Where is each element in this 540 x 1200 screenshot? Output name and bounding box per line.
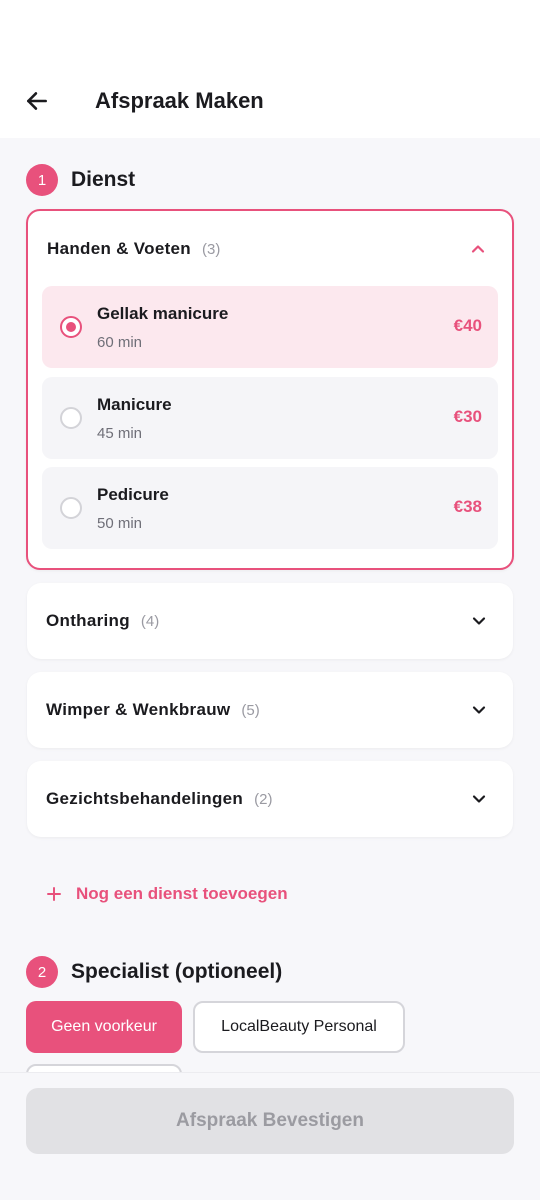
category-gezichtsbehandelingen[interactable]: Gezichtsbehandelingen (2) <box>27 761 513 837</box>
service-duration: 60 min <box>97 334 143 351</box>
service-name: Manicure <box>97 395 172 414</box>
category-header-ontharing[interactable]: Ontharing (4) <box>27 583 513 659</box>
category-count: (4) <box>140 612 160 630</box>
category-ontharing[interactable]: Ontharing (4) <box>27 583 513 659</box>
chevron-up-icon[interactable] <box>466 237 490 261</box>
category-name: Gezichtsbehandelingen <box>46 789 244 808</box>
step-2-badge: 2 <box>26 956 58 988</box>
service-duration: 45 min <box>97 425 143 442</box>
chevron-down-icon[interactable] <box>467 787 491 811</box>
chevron-down-icon[interactable] <box>467 698 491 722</box>
category-name: Wimper & Wenkbrauw <box>46 700 231 719</box>
category-header-wimper-wenkbrauw[interactable]: Wimper & Wenkbrauw (5) <box>27 672 513 748</box>
bottom-action-bar: Afspraak Bevestigen <box>0 1072 540 1200</box>
category-handen-voeten: Handen & Voeten (3) Gellak manicure 60 m… <box>26 209 514 570</box>
service-price: €38 <box>453 497 482 516</box>
service-price: €40 <box>453 316 482 335</box>
radio-unselected-icon[interactable] <box>60 407 82 429</box>
specialist-chip-localbeauty-personal[interactable]: LocalBeauty Personal <box>193 1001 405 1053</box>
service-name: Pedicure <box>97 485 169 504</box>
category-wimper-wenkbrauw[interactable]: Wimper & Wenkbrauw (5) <box>27 672 513 748</box>
radio-selected-icon[interactable] <box>60 316 82 338</box>
step-1-heading: 1 Dienst <box>26 164 135 196</box>
category-header-gezichtsbehandelingen[interactable]: Gezichtsbehandelingen (2) <box>27 761 513 837</box>
plus-icon <box>44 884 64 904</box>
service-option-pedicure[interactable]: Pedicure 50 min €38 <box>42 467 498 549</box>
service-price: €30 <box>453 407 482 426</box>
category-header-handen-voeten[interactable]: Handen & Voeten (3) <box>28 211 512 287</box>
category-name: Handen & Voeten <box>47 239 191 258</box>
step-1-title: Dienst <box>71 168 136 191</box>
service-duration: 50 min <box>97 515 143 532</box>
arrow-left-icon <box>27 92 47 110</box>
service-name: Gellak manicure <box>97 304 229 323</box>
back-button[interactable] <box>20 84 54 118</box>
app-header: Afspraak Maken <box>0 0 540 138</box>
category-name: Ontharing <box>46 611 130 630</box>
step-2-heading: 2 Specialist (optioneel) <box>26 956 282 988</box>
add-service-button[interactable]: Nog een dienst toevoegen <box>44 880 288 908</box>
page-title: Afspraak Maken <box>95 88 264 113</box>
service-option-manicure[interactable]: Manicure 45 min €30 <box>42 377 498 459</box>
chevron-down-icon[interactable] <box>467 609 491 633</box>
service-option-gellak-manicure[interactable]: Gellak manicure 60 min €40 <box>42 286 498 368</box>
specialist-chip-no-preference[interactable]: Geen voorkeur <box>26 1001 182 1053</box>
step-1-badge: 1 <box>26 164 58 196</box>
category-count: (2) <box>254 790 273 808</box>
category-count: (3) <box>201 240 221 258</box>
radio-unselected-icon[interactable] <box>60 497 82 519</box>
add-service-label: Nog een dienst toevoegen <box>76 884 288 903</box>
category-count: (5) <box>241 701 260 719</box>
step-2-title: Specialist (optioneel) <box>71 960 283 983</box>
confirm-appointment-button[interactable]: Afspraak Bevestigen <box>26 1088 514 1154</box>
